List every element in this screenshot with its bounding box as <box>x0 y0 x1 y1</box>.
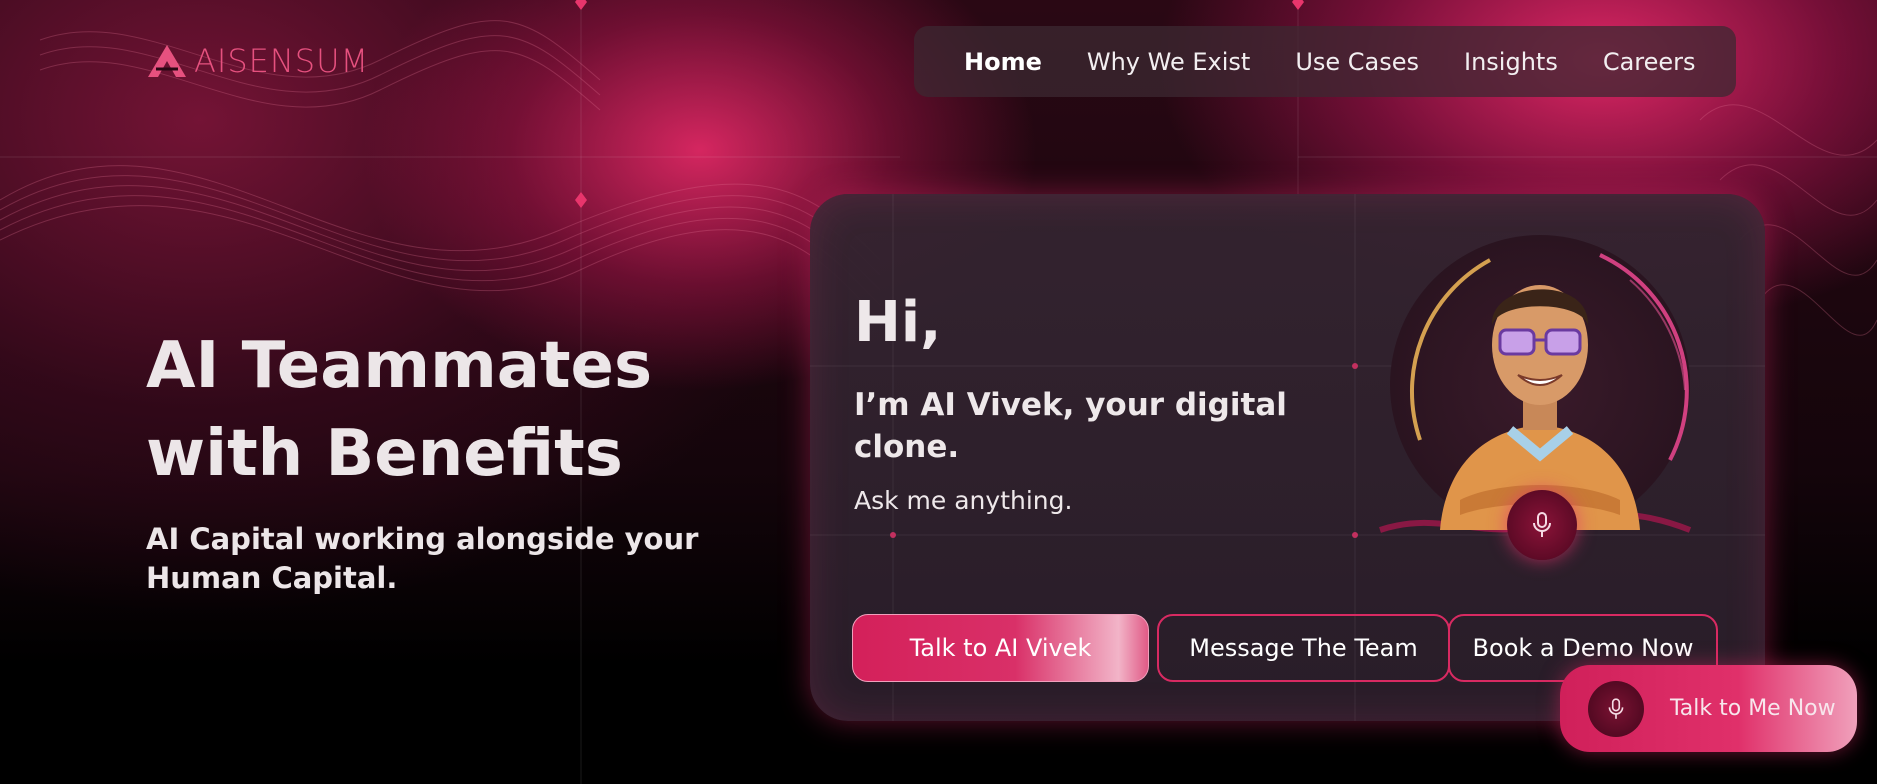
talk-to-me-now-button[interactable]: Talk to Me Now <box>1560 665 1857 752</box>
hero-title-line2: with Benefits <box>146 417 623 491</box>
nav-item-home[interactable]: Home <box>964 48 1042 76</box>
float-mic-circle <box>1588 680 1644 737</box>
card-greeting: Hi, <box>854 290 942 355</box>
nav-item-why-we-exist[interactable]: Why We Exist <box>1087 48 1250 76</box>
nav-item-insights[interactable]: Insights <box>1464 48 1558 76</box>
triangle-logo-icon <box>148 45 186 77</box>
nav-item-careers[interactable]: Careers <box>1603 48 1696 76</box>
hero-title-line1: AI Teammates <box>146 329 653 403</box>
microphone-icon <box>1608 697 1624 719</box>
nav-item-use-cases[interactable]: Use Cases <box>1295 48 1419 76</box>
talk-to-ai-vivek-button[interactable]: Talk to AI Vivek <box>852 614 1149 682</box>
card-mic-button[interactable] <box>1507 490 1577 560</box>
brand-logo[interactable]: AISENSUM <box>146 42 369 80</box>
main-nav: Home Why We Exist Use Cases Insights Car… <box>914 26 1736 97</box>
card-intro: I’m AI Vivek, your digital clone. <box>854 387 1287 465</box>
message-the-team-button[interactable]: Message The Team <box>1157 614 1450 682</box>
card-prompt: Ask me anything. <box>854 486 1073 515</box>
hero-subtitle: AI Capital working alongside your Human … <box>146 522 699 595</box>
brand-name: AISENSUM <box>194 42 370 80</box>
microphone-icon <box>1533 512 1551 537</box>
talk-to-me-now-label: Talk to Me Now <box>1670 696 1836 721</box>
hero-title: AI Teammates with Benefits <box>146 322 746 498</box>
